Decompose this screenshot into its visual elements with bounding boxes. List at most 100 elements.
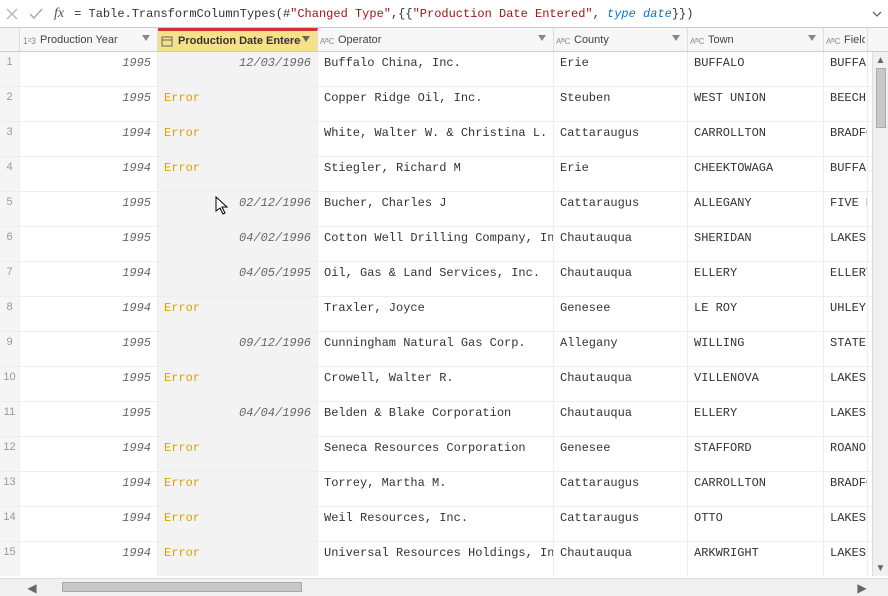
cell-town[interactable]: ALLEGANY <box>688 192 824 226</box>
scroll-left-icon[interactable]: ◀ <box>24 581 40 595</box>
table-row[interactable]: 6199504/02/1996Cotton Well Drilling Comp… <box>0 227 888 262</box>
table-row[interactable]: 1199512/03/1996Buffalo China, Inc.ErieBU… <box>0 52 888 87</box>
cell-field[interactable]: BUFFALO <box>824 52 868 86</box>
table-row[interactable]: 5199502/12/1996Bucher, Charles JCattarau… <box>0 192 888 227</box>
cell-town[interactable]: LE ROY <box>688 297 824 331</box>
cell-field[interactable]: LAKESHO <box>824 402 868 436</box>
cell-date[interactable]: Error <box>158 367 318 401</box>
column-header-date[interactable]: Production Date Entered <box>158 28 318 51</box>
table-row[interactable]: 9199509/12/1996Cunningham Natural Gas Co… <box>0 332 888 367</box>
cell-operator[interactable]: Oil, Gas & Land Services, Inc. <box>318 262 554 296</box>
cell-town[interactable]: VILLENOVA <box>688 367 824 401</box>
cell-year[interactable]: 1994 <box>20 507 158 541</box>
column-header-town[interactable]: AᴮC Town <box>688 28 824 51</box>
cell-town[interactable]: OTTO <box>688 507 824 541</box>
table-row[interactable]: 11199504/04/1996Belden & Blake Corporati… <box>0 402 888 437</box>
cell-year[interactable]: 1994 <box>20 262 158 296</box>
vertical-scrollbar[interactable]: ▲ ▼ <box>872 52 888 576</box>
cell-county[interactable]: Chautauqua <box>554 402 688 436</box>
expand-formula-icon[interactable] <box>866 8 888 20</box>
cell-date[interactable]: 04/05/1995 <box>158 262 318 296</box>
cell-town[interactable]: WEST UNION <box>688 87 824 121</box>
cell-field[interactable]: UHLEY ( <box>824 297 868 331</box>
cell-date[interactable]: 04/02/1996 <box>158 227 318 261</box>
cell-field[interactable]: ELLERY <box>824 262 868 296</box>
table-row[interactable]: 141994ErrorWeil Resources, Inc.Cattaraug… <box>0 507 888 542</box>
cell-date[interactable]: Error <box>158 437 318 471</box>
column-header-operator[interactable]: AᴮC Operator <box>318 28 554 51</box>
cell-town[interactable]: ELLERY <box>688 402 824 436</box>
cell-county[interactable]: Chautauqua <box>554 367 688 401</box>
scroll-up-icon[interactable]: ▲ <box>873 52 888 68</box>
cell-field[interactable]: STATE I <box>824 332 868 366</box>
cell-year[interactable]: 1994 <box>20 437 158 471</box>
table-row[interactable]: 121994ErrorSeneca Resources CorporationG… <box>0 437 888 472</box>
cell-county[interactable]: Cattaraugus <box>554 122 688 156</box>
cell-town[interactable]: STAFFORD <box>688 437 824 471</box>
cell-county[interactable]: Chautauqua <box>554 227 688 261</box>
cell-county[interactable]: Erie <box>554 157 688 191</box>
cell-date[interactable]: 04/04/1996 <box>158 402 318 436</box>
cell-year[interactable]: 1994 <box>20 297 158 331</box>
cell-operator[interactable]: Cunningham Natural Gas Corp. <box>318 332 554 366</box>
horizontal-scrollbar[interactable]: ◀ ▶ <box>0 578 888 596</box>
cell-operator[interactable]: Bucher, Charles J <box>318 192 554 226</box>
cell-county[interactable]: Chautauqua <box>554 542 688 576</box>
cancel-icon[interactable] <box>0 1 24 27</box>
cell-year[interactable]: 1995 <box>20 227 158 261</box>
fx-icon[interactable]: fx <box>48 6 70 22</box>
cell-operator[interactable]: Torrey, Martha M. <box>318 472 554 506</box>
cell-town[interactable]: CHEEKTOWAGA <box>688 157 824 191</box>
cell-date[interactable]: Error <box>158 507 318 541</box>
confirm-icon[interactable] <box>24 1 48 27</box>
table-row[interactable]: 7199404/05/1995Oil, Gas & Land Services,… <box>0 262 888 297</box>
column-filter-icon[interactable] <box>537 33 551 47</box>
cell-date[interactable]: 02/12/1996 <box>158 192 318 226</box>
cell-year[interactable]: 1995 <box>20 332 158 366</box>
cell-date[interactable]: Error <box>158 87 318 121</box>
cell-town[interactable]: ARKWRIGHT <box>688 542 824 576</box>
cell-date[interactable]: Error <box>158 542 318 576</box>
column-filter-icon[interactable] <box>807 33 821 47</box>
cell-county[interactable]: Cattaraugus <box>554 192 688 226</box>
column-header-county[interactable]: AᴮC County <box>554 28 688 51</box>
cell-year[interactable]: 1994 <box>20 122 158 156</box>
table-row[interactable]: 21995ErrorCopper Ridge Oil, Inc.SteubenW… <box>0 87 888 122</box>
cell-year[interactable]: 1994 <box>20 542 158 576</box>
cell-field[interactable]: BRADFOR <box>824 472 868 506</box>
cell-date[interactable]: 12/03/1996 <box>158 52 318 86</box>
cell-field[interactable]: BEECH H <box>824 87 868 121</box>
cell-operator[interactable]: Universal Resources Holdings, Incorp. <box>318 542 554 576</box>
formula-input[interactable]: = Table.TransformColumnTypes(#"Changed T… <box>70 5 866 23</box>
scroll-down-icon[interactable]: ▼ <box>873 560 888 576</box>
cell-date[interactable]: 09/12/1996 <box>158 332 318 366</box>
column-header-field[interactable]: AᴮC Field <box>824 28 868 51</box>
cell-town[interactable]: CARROLLTON <box>688 122 824 156</box>
scroll-right-icon[interactable]: ▶ <box>854 581 870 595</box>
cell-year[interactable]: 1995 <box>20 402 158 436</box>
cell-field[interactable]: LAKESHO <box>824 227 868 261</box>
table-row[interactable]: 131994ErrorTorrey, Martha M.CattaraugusC… <box>0 472 888 507</box>
column-filter-icon[interactable] <box>301 34 315 48</box>
table-row[interactable]: 101995ErrorCrowell, Walter R.ChautauquaV… <box>0 367 888 402</box>
cell-operator[interactable]: Seneca Resources Corporation <box>318 437 554 471</box>
cell-year[interactable]: 1994 <box>20 157 158 191</box>
cell-county[interactable]: Cattaraugus <box>554 472 688 506</box>
cell-county[interactable]: Genesee <box>554 297 688 331</box>
horizontal-scroll-thumb[interactable] <box>62 582 302 592</box>
cell-date[interactable]: Error <box>158 472 318 506</box>
cell-operator[interactable]: Stiegler, Richard M <box>318 157 554 191</box>
cell-year[interactable]: 1995 <box>20 192 158 226</box>
data-grid[interactable]: 1199512/03/1996Buffalo China, Inc.ErieBU… <box>0 52 888 576</box>
table-row[interactable]: 41994ErrorStiegler, Richard MErieCHEEKTO… <box>0 157 888 192</box>
cell-town[interactable]: CARROLLTON <box>688 472 824 506</box>
cell-town[interactable]: SHERIDAN <box>688 227 824 261</box>
cell-operator[interactable]: Buffalo China, Inc. <box>318 52 554 86</box>
horizontal-scroll-track[interactable] <box>40 579 854 596</box>
cell-county[interactable]: Genesee <box>554 437 688 471</box>
cell-operator[interactable]: White, Walter W. & Christina L. <box>318 122 554 156</box>
cell-town[interactable]: WILLING <box>688 332 824 366</box>
cell-county[interactable]: Cattaraugus <box>554 507 688 541</box>
cell-operator[interactable]: Cotton Well Drilling Company, Inc. <box>318 227 554 261</box>
cell-field[interactable]: LAKESHO <box>824 507 868 541</box>
